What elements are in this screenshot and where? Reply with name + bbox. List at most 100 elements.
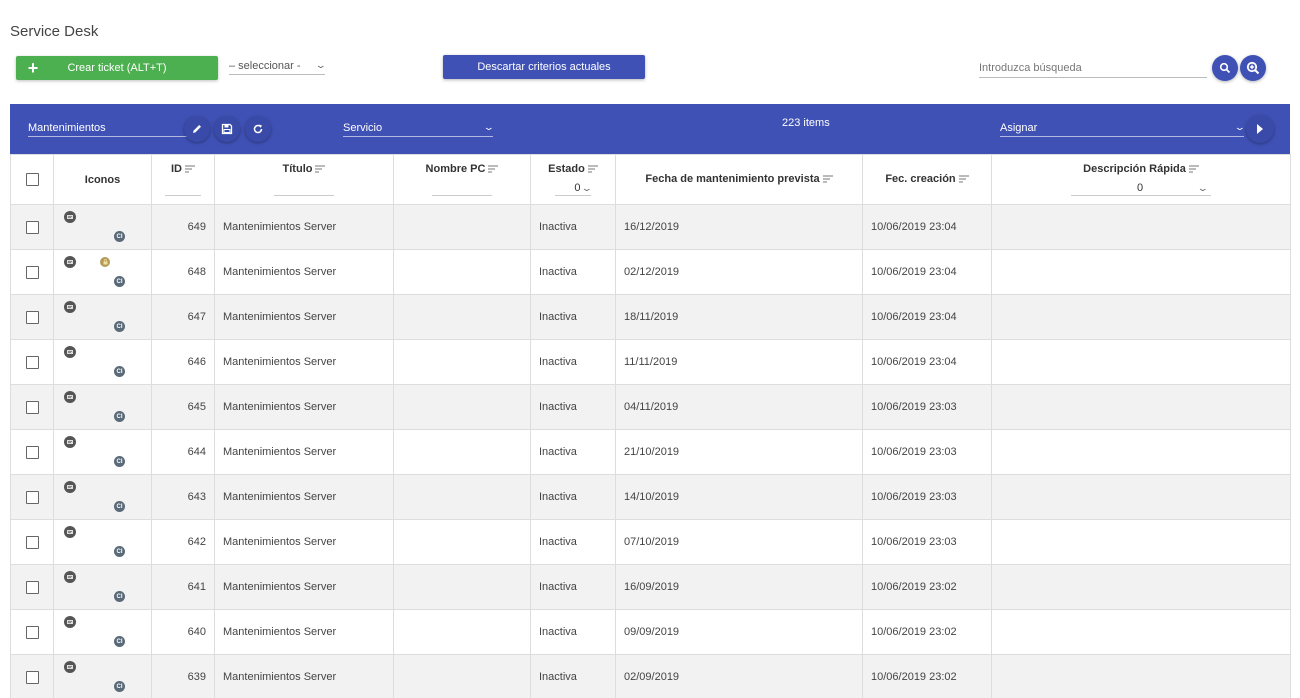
comment-icon[interactable] [64, 436, 76, 448]
table-row[interactable]: CI 639 Mantenimientos Server Inactiva 02… [10, 654, 1291, 698]
row-checkbox[interactable] [25, 490, 39, 504]
select-all-checkbox[interactable] [25, 173, 39, 186]
col-header-quick-desc[interactable]: Descripción Rápida 0 ⌄ [991, 154, 1291, 205]
ci-badge-icon[interactable]: CI [114, 591, 125, 602]
create-ticket-button[interactable]: + Crear ticket (ALT+T) [16, 56, 218, 80]
sort-icon[interactable] [587, 164, 598, 176]
col-header-id[interactable]: ID [151, 154, 215, 205]
row-title[interactable]: Mantenimientos Server [214, 564, 394, 610]
row-title[interactable]: Mantenimientos Server [214, 204, 394, 250]
ci-badge-icon[interactable]: CI [114, 501, 125, 512]
table-row[interactable]: CI 648 Mantenimientos Server Inactiva 02… [10, 249, 1291, 295]
sort-icon[interactable] [488, 164, 499, 176]
edit-view-button[interactable] [184, 116, 210, 142]
comment-icon[interactable] [64, 211, 76, 223]
table-row[interactable]: CI 645 Mantenimientos Server Inactiva 04… [10, 384, 1291, 430]
search-input[interactable] [979, 58, 1207, 78]
table-row[interactable]: CI 647 Mantenimientos Server Inactiva 18… [10, 294, 1291, 340]
template-select[interactable]: – seleccionar - ⌄ [229, 57, 327, 75]
row-checkbox[interactable] [25, 220, 39, 234]
table-row[interactable]: CI 646 Mantenimientos Server Inactiva 11… [10, 339, 1291, 385]
row-title[interactable]: Mantenimientos Server [214, 519, 394, 565]
ci-badge-icon[interactable]: CI [114, 456, 125, 467]
lock-icon[interactable] [100, 257, 110, 267]
advanced-search-button[interactable] [1240, 55, 1266, 81]
row-checkbox[interactable] [25, 310, 39, 324]
refresh-button[interactable] [245, 116, 271, 142]
service-select[interactable]: Servicio ⌄ [343, 119, 495, 137]
comment-icon[interactable] [64, 571, 76, 583]
row-select-cell[interactable] [10, 474, 54, 520]
row-select-cell[interactable] [10, 609, 54, 655]
col-header-status[interactable]: Estado 0 ⌄ [530, 154, 616, 205]
row-checkbox[interactable] [25, 625, 39, 639]
row-checkbox[interactable] [25, 445, 39, 459]
row-select-cell[interactable] [10, 294, 54, 340]
row-title[interactable]: Mantenimientos Server [214, 294, 394, 340]
row-checkbox[interactable] [25, 535, 39, 549]
pc-name-filter[interactable] [432, 182, 492, 196]
comment-icon[interactable] [64, 661, 76, 673]
table-row[interactable]: CI 644 Mantenimientos Server Inactiva 21… [10, 429, 1291, 475]
sort-icon[interactable] [822, 174, 833, 186]
sort-icon[interactable] [1188, 164, 1199, 176]
view-select[interactable]: Mantenimientos ⌄ [28, 119, 194, 137]
row-select-cell[interactable] [10, 384, 54, 430]
sort-icon[interactable] [315, 164, 326, 176]
row-select-cell[interactable] [10, 339, 54, 385]
comment-icon[interactable] [64, 616, 76, 628]
search-button[interactable] [1212, 55, 1238, 81]
comment-icon[interactable] [64, 256, 76, 268]
row-select-cell[interactable] [10, 249, 54, 295]
comment-icon[interactable] [64, 526, 76, 538]
sort-icon[interactable] [958, 174, 969, 186]
row-select-cell[interactable] [10, 429, 54, 475]
ci-badge-icon[interactable]: CI [114, 546, 125, 557]
table-row[interactable]: CI 649 Mantenimientos Server Inactiva 16… [10, 204, 1291, 250]
row-checkbox[interactable] [25, 265, 39, 279]
row-title[interactable]: Mantenimientos Server [214, 654, 394, 698]
ci-badge-icon[interactable]: CI [114, 276, 125, 287]
status-filter[interactable]: 0 ⌄ [555, 182, 593, 196]
row-checkbox[interactable] [25, 400, 39, 414]
table-row[interactable]: CI 641 Mantenimientos Server Inactiva 16… [10, 564, 1291, 610]
row-select-cell[interactable] [10, 519, 54, 565]
id-filter[interactable] [165, 182, 201, 196]
row-checkbox[interactable] [25, 355, 39, 369]
header-select-all[interactable] [10, 154, 54, 205]
ci-badge-icon[interactable]: CI [114, 636, 125, 647]
assign-select[interactable]: Asignar ⌄ [1000, 119, 1246, 137]
row-title[interactable]: Mantenimientos Server [214, 339, 394, 385]
col-header-created[interactable]: Fec. creación [862, 154, 992, 205]
row-select-cell[interactable] [10, 654, 54, 698]
row-select-cell[interactable] [10, 564, 54, 610]
ci-badge-icon[interactable]: CI [114, 681, 125, 692]
quick-desc-filter[interactable]: 0 ⌄ [1071, 182, 1211, 196]
sort-icon[interactable] [185, 164, 195, 176]
discard-criteria-button[interactable]: Descartar criterios actuales [443, 55, 645, 79]
row-title[interactable]: Mantenimientos Server [214, 474, 394, 520]
ci-badge-icon[interactable]: CI [114, 366, 125, 377]
comment-icon[interactable] [64, 301, 76, 313]
comment-icon[interactable] [64, 346, 76, 358]
save-view-button[interactable] [214, 116, 240, 142]
table-row[interactable]: CI 643 Mantenimientos Server Inactiva 14… [10, 474, 1291, 520]
ci-badge-icon[interactable]: CI [114, 321, 125, 332]
ci-badge-icon[interactable]: CI [114, 411, 125, 422]
row-title[interactable]: Mantenimientos Server [214, 609, 394, 655]
assign-apply-button[interactable] [1246, 115, 1274, 143]
comment-icon[interactable] [64, 391, 76, 403]
row-title[interactable]: Mantenimientos Server [214, 429, 394, 475]
row-checkbox[interactable] [25, 670, 39, 684]
row-title[interactable]: Mantenimientos Server [214, 249, 394, 295]
row-select-cell[interactable] [10, 204, 54, 250]
row-checkbox[interactable] [25, 580, 39, 594]
row-title[interactable]: Mantenimientos Server [214, 384, 394, 430]
title-filter[interactable] [274, 182, 334, 196]
col-header-planned-date[interactable]: Fecha de mantenimiento prevista [615, 154, 863, 205]
comment-icon[interactable] [64, 481, 76, 493]
ci-badge-icon[interactable]: CI [114, 231, 125, 242]
table-row[interactable]: CI 642 Mantenimientos Server Inactiva 07… [10, 519, 1291, 565]
col-header-pc-name[interactable]: Nombre PC [393, 154, 531, 205]
table-row[interactable]: CI 640 Mantenimientos Server Inactiva 09… [10, 609, 1291, 655]
